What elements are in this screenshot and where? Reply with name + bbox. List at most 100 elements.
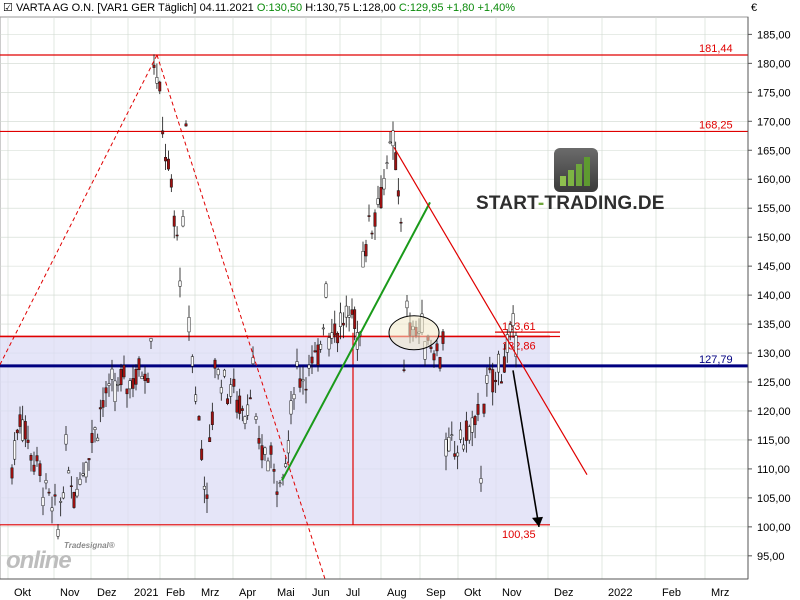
candle-body: [275, 491, 279, 495]
price-chart[interactable]: 181,44168,25133,61132,86127,79100,35 185…: [0, 0, 800, 600]
candle-body: [164, 157, 168, 162]
candle-body: [459, 429, 462, 440]
candle-body: [364, 244, 368, 257]
candle-body: [93, 427, 97, 430]
candle-body: [213, 359, 217, 369]
candle-body: [155, 77, 159, 84]
candle-body: [388, 141, 392, 144]
candle-body: [50, 507, 54, 512]
candle-body: [23, 421, 27, 440]
y-tick-label: 95,00: [757, 551, 785, 563]
candle-body: [292, 394, 296, 400]
y-tick-label: 155,00: [757, 203, 791, 215]
candle-body: [502, 356, 506, 373]
x-tick-label: Nov: [502, 587, 522, 599]
candle-body: [438, 357, 442, 369]
candle-body: [376, 198, 380, 205]
candle-body: [405, 300, 409, 309]
candle-body: [101, 400, 105, 408]
candle-body: [47, 491, 51, 494]
candle-body: [13, 440, 17, 460]
candle-body: [482, 403, 486, 414]
candle-body: [485, 375, 489, 384]
y-tick-label: 185,00: [757, 29, 791, 41]
candle-body: [399, 221, 403, 224]
x-tick-label: Mai: [277, 587, 295, 599]
candle-body: [222, 369, 226, 377]
candle-body: [143, 373, 147, 381]
candle-body: [310, 356, 314, 364]
candle-body: [184, 123, 188, 127]
tradesignal-online-logo: Tradesignal® online: [6, 541, 115, 574]
candle-body: [341, 322, 345, 326]
candle-body: [254, 416, 258, 420]
x-tick-label: Jun: [312, 587, 330, 599]
candle-body: [166, 158, 170, 170]
level-label-100,35: 100,35: [502, 529, 536, 541]
logo-text: START-TRADING.DE: [476, 193, 665, 214]
candle-body: [18, 414, 22, 427]
candle-body: [235, 399, 239, 413]
x-tick-label: Jul: [346, 587, 360, 599]
y-tick-label: 175,00: [757, 87, 791, 99]
candle-body: [38, 463, 42, 476]
candle-body: [84, 462, 88, 478]
candle-body: [96, 437, 100, 442]
level-label-181,44: 181,44: [699, 43, 733, 55]
candle-body: [134, 369, 138, 385]
candle-body: [316, 344, 320, 366]
candle-body: [172, 215, 176, 227]
candle-body: [444, 439, 448, 457]
candle-body: [272, 469, 276, 472]
candle-body: [470, 417, 474, 433]
candle-body: [313, 350, 317, 353]
candle-body: [379, 186, 383, 209]
candle-body: [435, 343, 439, 352]
candle-body: [90, 433, 94, 443]
candle-body: [324, 283, 328, 298]
chart-window: ☑ VARTA AG O.N. [VAR1 GER Täglich] 04.11…: [0, 0, 800, 600]
level-label-127,79: 127,79: [699, 354, 733, 366]
candle-body: [344, 305, 348, 318]
candle-body: [304, 388, 308, 391]
candle-body: [178, 280, 182, 287]
candle-body: [307, 364, 311, 369]
candle-body: [61, 492, 65, 499]
candle-body: [447, 436, 451, 452]
candle-body: [240, 408, 244, 411]
y-tick-label: 110,00: [757, 464, 790, 476]
candle-body: [462, 444, 465, 450]
candle-body: [67, 470, 71, 474]
candle-body: [336, 332, 340, 344]
candle-body: [149, 338, 153, 342]
candle-body: [161, 130, 165, 135]
candle-body: [248, 397, 252, 400]
candle-body: [353, 309, 357, 329]
candle-body: [319, 344, 323, 350]
x-tick-label: Feb: [166, 587, 185, 599]
candle-body: [295, 361, 299, 367]
candle-body: [497, 353, 500, 373]
y-tick-label: 145,00: [757, 261, 791, 273]
candle-body: [266, 460, 270, 472]
candle-body: [263, 447, 267, 455]
level-label-168,25: 168,25: [699, 119, 733, 131]
candle-body: [81, 473, 85, 476]
candle-body: [205, 494, 209, 499]
candle-body: [382, 178, 386, 190]
candle-body: [441, 331, 445, 344]
candle-body: [113, 380, 117, 402]
candle-body: [64, 434, 68, 445]
candle-body: [429, 346, 433, 349]
candle-body: [146, 378, 150, 383]
candle-body: [391, 130, 395, 147]
candle-body: [257, 438, 261, 444]
x-tick-label: Feb: [662, 587, 681, 599]
candle-body: [26, 439, 30, 443]
y-tick-label: 165,00: [757, 145, 791, 157]
y-tick-label: 120,00: [757, 406, 791, 418]
candle-body: [238, 395, 242, 414]
candle-body: [301, 379, 305, 382]
candle-body: [511, 313, 515, 326]
candle-body: [75, 488, 79, 497]
